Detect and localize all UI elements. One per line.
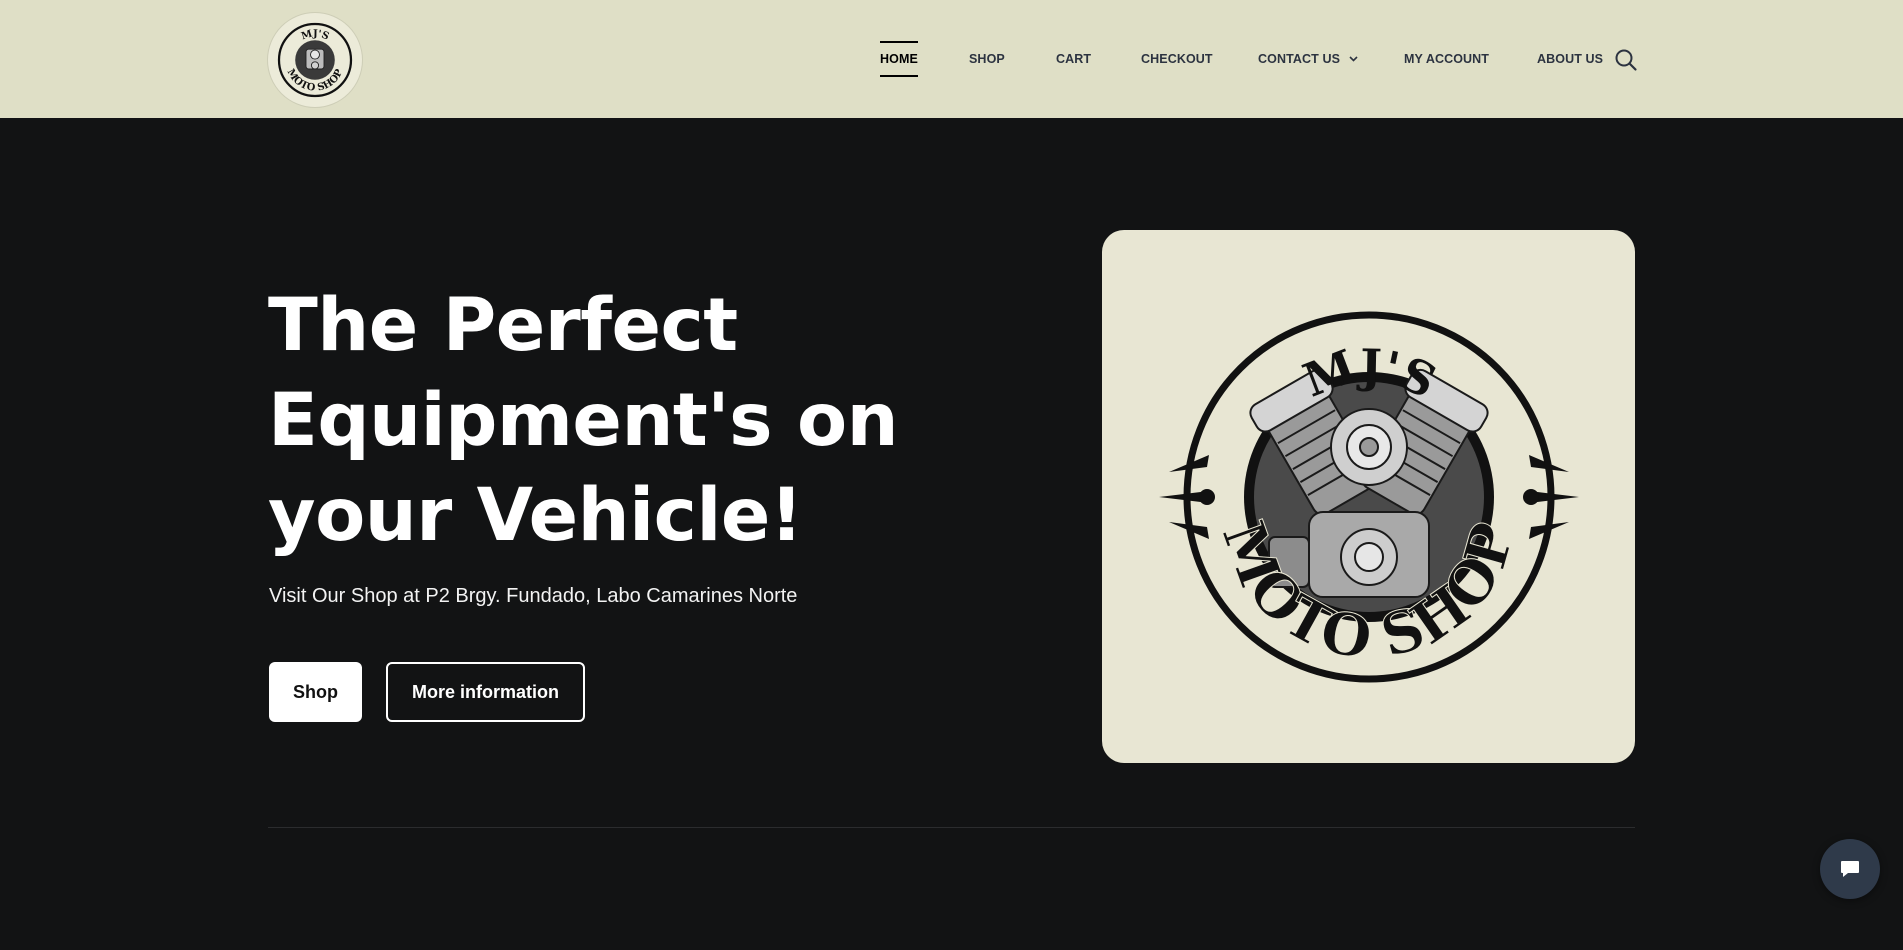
hero-title-line-3: your Vehicle! [268, 473, 803, 558]
section-divider [268, 827, 1635, 828]
search-icon[interactable] [1614, 48, 1638, 72]
site-logo[interactable]: MJ'S MOTO SHOP [268, 13, 362, 107]
nav-contact-us[interactable]: CONTACT US [1258, 0, 1358, 118]
site-header: MJ'S MOTO SHOP HOME SHOP CART CHECKOUT C… [0, 0, 1903, 118]
hero-subtitle: Visit Our Shop at P2 Brgy. Fundado, Labo… [269, 585, 798, 607]
moto-shop-emblem-icon: MJ'S MOTO SHOP [1158, 311, 1579, 682]
nav-about-us[interactable]: ABOUT US [1537, 0, 1603, 118]
hero-logo-image: MJ'S MOTO SHOP [1102, 230, 1635, 763]
nav-my-account[interactable]: MY ACCOUNT [1404, 0, 1489, 118]
logo-emblem-icon: MJ'S MOTO SHOP [277, 22, 353, 98]
more-information-button[interactable]: More information [386, 662, 585, 722]
chevron-down-icon [1349, 56, 1358, 62]
hero-title-line-1: The Perfect [268, 283, 738, 368]
nav-home[interactable]: HOME [880, 0, 918, 118]
shop-button[interactable]: Shop [269, 662, 362, 722]
hero-title-line-2: Equipment's on [268, 378, 899, 463]
nav-shop[interactable]: SHOP [969, 0, 1005, 118]
hero-title: The Perfect Equipment's on your Vehicle! [268, 278, 908, 563]
nav-contact-us-label: CONTACT US [1258, 52, 1341, 66]
nav-checkout[interactable]: CHECKOUT [1141, 0, 1213, 118]
nav-cart[interactable]: CART [1056, 0, 1091, 118]
chat-bubble-icon[interactable] [1820, 839, 1880, 899]
